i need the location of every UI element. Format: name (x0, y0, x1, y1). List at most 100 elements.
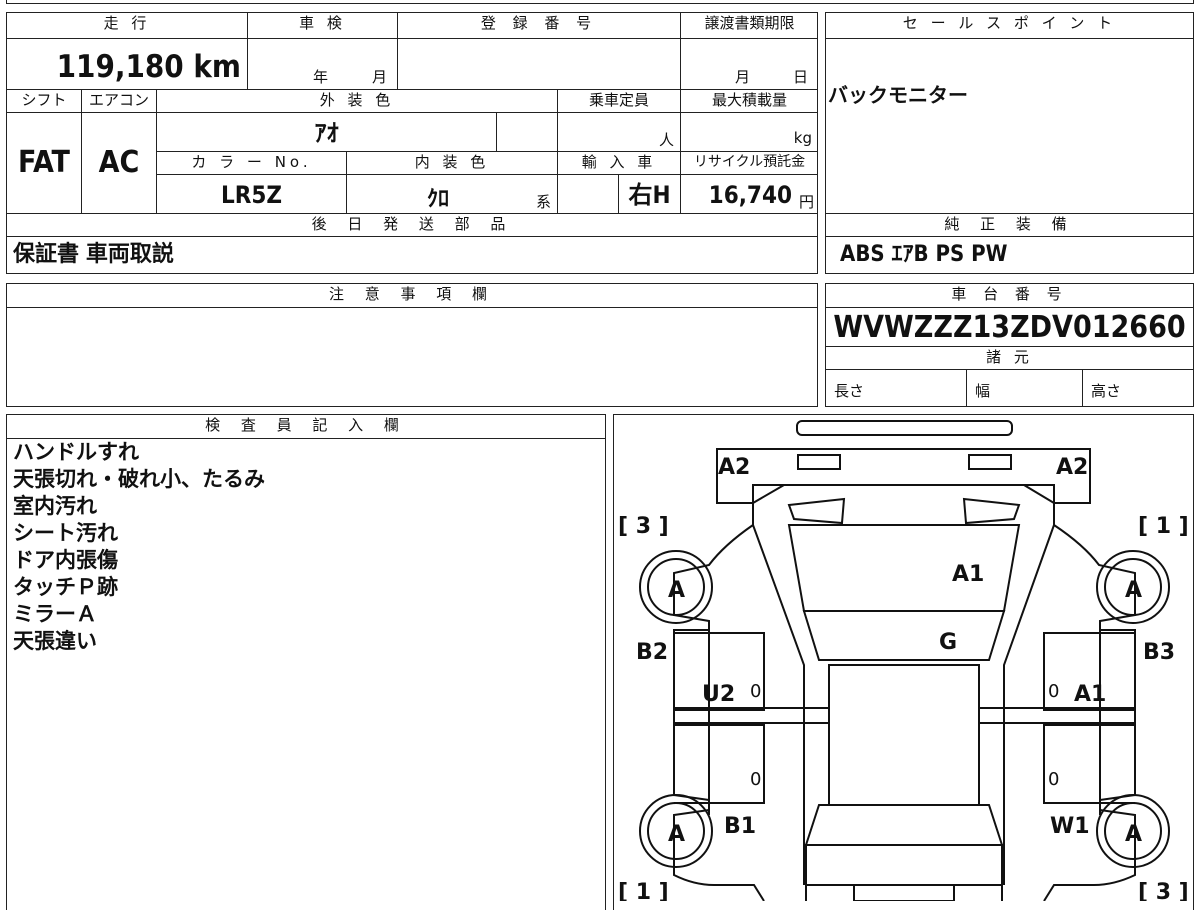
aircon-value: AC (81, 113, 156, 213)
capacity-value: 人 (557, 113, 680, 151)
label-left-rear: B1 (724, 814, 756, 839)
spec-length: 長さ (834, 382, 865, 400)
interior-color-value: ｸﾛ 系 (346, 175, 557, 213)
recycle-value: 16,740 円 (680, 175, 818, 213)
label-windshield: G (939, 630, 957, 655)
car-diagram: A2 A2 [ 3 ] [ 1 ] [ 1 ] [ 3 ] A A A A A1… (618, 420, 1189, 901)
mileage-value: 119,180 km (56, 49, 241, 85)
max-load-unit: kg (793, 129, 812, 147)
recycle-unit: 円 (798, 193, 814, 211)
label-tire-left-bottom: [ 1 ] (618, 880, 669, 901)
body-outline (673, 503, 1136, 901)
front-bumper (716, 448, 1091, 504)
specs-header: 諸 元 (826, 346, 1193, 370)
transfer-month-unit: 月 (735, 68, 751, 86)
label-a2-left: A2 (718, 455, 750, 480)
registration-value (397, 39, 680, 89)
transfer-deadline-header: 譲渡書類期限 (680, 13, 818, 39)
main-info-table: 走 行 車 検 登 録 番 号 譲渡書類期限 119,180 km 年 月 月 … (6, 12, 818, 274)
color-no-header: カ ラ ー No. (156, 151, 346, 175)
trunk (805, 844, 1003, 886)
label-wheel-rr: A (1125, 822, 1142, 847)
inspector-box: 検 査 員 記 入 欄 ハンドルすれ 天張切れ・破れ小、たるみ 室内汚れ シート… (6, 414, 606, 910)
headlight-left (797, 454, 841, 470)
exterior-color-extra (496, 113, 557, 151)
label-tire-left-top: [ 3 ] (618, 514, 669, 539)
transfer-deadline-value: 月 日 (680, 39, 818, 89)
label-a2-right: A2 (1056, 455, 1088, 480)
sales-point-box: セ ー ル ス ポ イ ン ト バックモニター 純 正 装 備 ABS ｴｱB … (825, 12, 1194, 274)
recycle-header: リサイクル預託金 (680, 151, 818, 175)
inspector-note: 天張切れ・破れ小、たるみ (13, 467, 265, 491)
label-zero: 0 (750, 769, 761, 790)
inspector-notes: ハンドルすれ 天張切れ・破れ小、たるみ 室内汚れ シート汚れ ドア内張傷 タッチ… (13, 439, 265, 655)
recycle-amount: 16,740 (708, 181, 792, 209)
equipment-header: 純 正 装 備 (826, 213, 1193, 237)
label-right-fender: B3 (1143, 640, 1175, 665)
shift-header: シフト (7, 89, 81, 113)
interior-color-suffix: 系 (535, 193, 551, 211)
label-tire-right-bottom: [ 3 ] (1138, 880, 1189, 901)
label-tire-right-top: [ 1 ] (1138, 514, 1189, 539)
inspection-value: 年 月 (247, 39, 397, 89)
capacity-header: 乗車定員 (557, 89, 680, 113)
inspector-note: ドア内張傷 (13, 548, 118, 572)
later-parts-value: 保証書 車両取説 (13, 242, 174, 267)
interior-color-text: ｸﾛ (427, 187, 450, 212)
label-wheel-fr: A (1125, 578, 1142, 603)
later-parts-header: 後 日 発 送 部 品 (7, 213, 818, 237)
front-bumper-bar (796, 420, 1013, 436)
top-strip (6, 0, 1194, 4)
label-zero: 0 (1048, 681, 1059, 702)
rear-window (804, 804, 1004, 846)
label-left-front-door: U2 (702, 682, 735, 707)
exterior-color-value: ｱｵ (156, 113, 496, 151)
label-hood: A1 (952, 562, 984, 587)
registration-header: 登 録 番 号 (397, 13, 680, 39)
hood (787, 524, 1021, 612)
mileage-header: 走 行 (7, 13, 247, 39)
max-load-value: kg (680, 113, 818, 151)
rear-bumper (805, 885, 1003, 901)
windshield (802, 610, 1006, 661)
exterior-color-header: 外 装 色 (156, 89, 557, 113)
transfer-day-unit: 日 (793, 68, 809, 86)
inspector-note: シート汚れ (13, 521, 118, 545)
label-right-front-door: A1 (1074, 682, 1106, 707)
import-value-blank (557, 175, 618, 213)
inspection-month-unit: 月 (372, 68, 388, 86)
headlight-right (968, 454, 1012, 470)
caution-header: 注 意 事 項 欄 (7, 284, 817, 308)
chassis-header: 車 台 番 号 (826, 284, 1193, 308)
capacity-unit: 人 (658, 131, 674, 149)
inspection-header: 車 検 (247, 13, 397, 39)
sales-point-text: バックモニター (828, 83, 968, 107)
label-right-rear: W1 (1050, 814, 1090, 839)
roof (828, 664, 980, 806)
spec-height-label: 高さ (1091, 382, 1122, 400)
inspector-note: ミラーＡ (13, 602, 97, 626)
max-load-header: 最大積載量 (680, 89, 818, 113)
inspection-year-unit: 年 (313, 68, 329, 86)
color-no-value: LR5Z (156, 175, 346, 213)
front-windows (787, 497, 1021, 525)
label-zero: 0 (1048, 769, 1059, 790)
label-zero: 0 (750, 681, 761, 702)
car-diagram-box: A2 A2 [ 3 ] [ 1 ] [ 1 ] [ 3 ] A A A A A1… (613, 414, 1194, 910)
equipment-value: ABS ｴｱB PS PW (840, 242, 1008, 267)
label-left-fender: B2 (636, 640, 668, 665)
spec-width: 幅 (966, 370, 1082, 406)
chassis-box: 車 台 番 号 WVWZZZ13ZDV012660 諸 元 長さ 幅 高さ (825, 283, 1194, 407)
spec-height: 高さ (1082, 370, 1193, 406)
aircon-header: エアコン (81, 89, 156, 113)
interior-color-header: 内 装 色 (346, 151, 557, 175)
inspector-note: ハンドルすれ (13, 440, 139, 464)
shift-value: FAT (18, 145, 70, 180)
import-value: 右H (618, 175, 680, 213)
inspector-note: 室内汚れ (13, 494, 97, 518)
inspector-header: 検 査 員 記 入 欄 (7, 415, 605, 439)
inspector-note: タッチＰ跡 (13, 575, 118, 599)
inspector-note: 天張違い (13, 629, 97, 653)
label-wheel-rl: A (668, 822, 685, 847)
import-header: 輸 入 車 (557, 151, 680, 175)
